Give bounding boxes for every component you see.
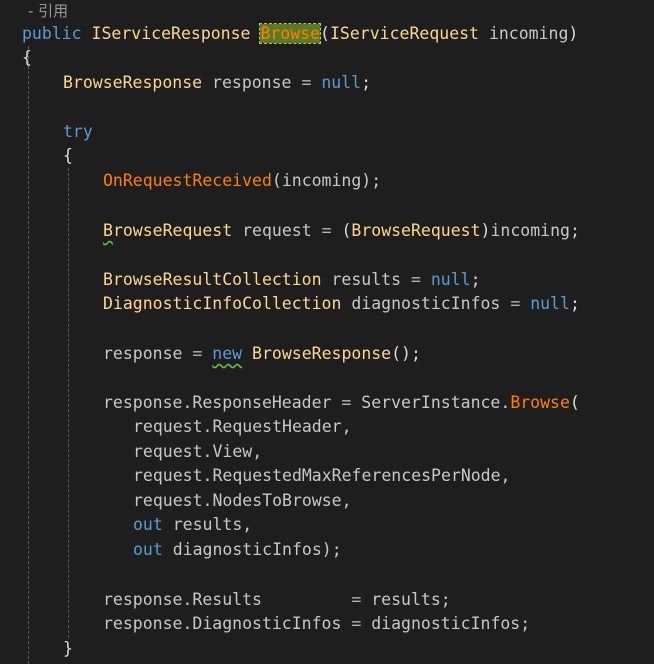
punctuation: ) — [480, 221, 491, 240]
code-line[interactable]: } — [63, 637, 73, 661]
operator: = — [510, 294, 521, 313]
code-line[interactable]: response.Results = results; — [103, 588, 451, 612]
type-name: BrowseResponse — [252, 344, 392, 363]
object: ServerInstance. — [361, 393, 511, 412]
indent-guide — [28, 46, 29, 664]
operator: = — [341, 393, 352, 412]
code-line[interactable]: request.RequestHeader, — [133, 415, 352, 439]
method-call: Browse — [510, 393, 570, 412]
code-line[interactable]: { — [22, 46, 32, 70]
keyword: null — [530, 294, 570, 313]
code-line[interactable]: request.RequestedMaxReferencesPerNode, — [133, 464, 511, 488]
argument: request.View, — [133, 442, 263, 461]
member-access: response.DiagnosticInfos — [103, 614, 342, 633]
code-line[interactable]: try — [63, 120, 93, 144]
variable: response — [103, 344, 183, 363]
argument: request.RequestHeader, — [133, 417, 352, 436]
keyword: public — [22, 24, 82, 43]
type-name: BrowseRequest — [351, 221, 481, 240]
type-name: IServiceResponse — [91, 24, 251, 43]
punctuation: ; — [569, 294, 580, 313]
code-line[interactable]: request.NodesToBrowse, — [133, 489, 352, 513]
type-name: rowseRequest — [112, 221, 233, 240]
operator: = — [192, 344, 203, 363]
operator: = — [301, 73, 312, 92]
type-name: BrowseResultCollection — [103, 270, 322, 289]
argument: results, — [172, 515, 253, 534]
operator: = — [410, 270, 421, 289]
punctuation: ( — [569, 393, 580, 412]
code-line[interactable]: response.ResponseHeader = ServerInstance… — [103, 391, 580, 415]
keyword: out — [133, 540, 163, 559]
type-name: BrowseResponse — [63, 73, 203, 92]
code-line[interactable]: out results, — [133, 513, 252, 537]
punctuation: (); — [391, 344, 421, 363]
code-line[interactable]: { — [63, 144, 73, 168]
keyword: out — [133, 515, 163, 534]
method-name-highlighted[interactable]: Browse — [259, 23, 322, 44]
code-line[interactable]: BrowseResponse response = null; — [63, 71, 371, 95]
punctuation: ( — [320, 24, 330, 43]
punctuation: ; — [470, 270, 481, 289]
code-line[interactable]: public IServiceResponse Browse(IServiceR… — [22, 22, 578, 46]
type-name: DiagnosticInfoCollection — [103, 294, 342, 313]
code-line[interactable]: response = new BrowseResponse(); — [103, 342, 421, 366]
parameter: incoming — [488, 24, 569, 43]
variable: request — [242, 221, 312, 240]
variable: diagnosticInfos — [351, 294, 501, 313]
keyword: null — [430, 270, 471, 289]
code-line[interactable]: OnRequestReceived(incoming); — [103, 169, 381, 193]
punctuation: ; — [361, 73, 371, 92]
argument: request.RequestedMaxReferencesPerNode, — [133, 466, 511, 485]
code-line[interactable]: BrowseResultCollection results = null; — [103, 268, 481, 292]
variable: incoming; — [490, 221, 580, 240]
code-editor[interactable]: - 引用 public IServiceResponse Browse(ISer… — [0, 0, 654, 664]
variable: diagnosticInfos; — [371, 614, 531, 633]
argument: diagnosticInfos); — [172, 540, 342, 559]
type-name: IServiceRequest — [329, 24, 479, 43]
code-line[interactable]: BrowseRequest request = (BrowseRequest)i… — [103, 219, 580, 243]
variable: results — [331, 270, 402, 289]
brace: { — [63, 146, 73, 165]
variable: results; — [371, 590, 451, 609]
member-access: response.Results — [103, 590, 262, 609]
code-line[interactable]: DiagnosticInfoCollection diagnosticInfos… — [103, 292, 580, 316]
type-name-suggestion: B — [103, 221, 113, 240]
arguments: (incoming); — [271, 171, 382, 190]
operator: = — [321, 221, 332, 240]
argument: request.NodesToBrowse, — [133, 491, 352, 510]
code-line[interactable]: out diagnosticInfos); — [133, 538, 342, 562]
keyword: try — [63, 122, 93, 141]
codelens-references[interactable]: - 引用 — [28, 0, 68, 22]
code-line[interactable]: request.View, — [133, 440, 262, 464]
indent-guide — [68, 168, 69, 638]
operator: = — [351, 590, 362, 609]
keyword: null — [321, 73, 362, 92]
method-call: OnRequestReceived — [103, 171, 272, 190]
punctuation: ) — [568, 24, 579, 43]
code-line[interactable]: response.DiagnosticInfos = diagnosticInf… — [103, 612, 530, 636]
variable: response — [212, 73, 292, 92]
punctuation: ( — [341, 221, 352, 240]
keyword-suggestion: new — [212, 344, 243, 363]
member-access: response.ResponseHeader — [103, 393, 332, 412]
operator: = — [351, 614, 362, 633]
brace: } — [63, 639, 73, 658]
brace: { — [22, 48, 32, 67]
